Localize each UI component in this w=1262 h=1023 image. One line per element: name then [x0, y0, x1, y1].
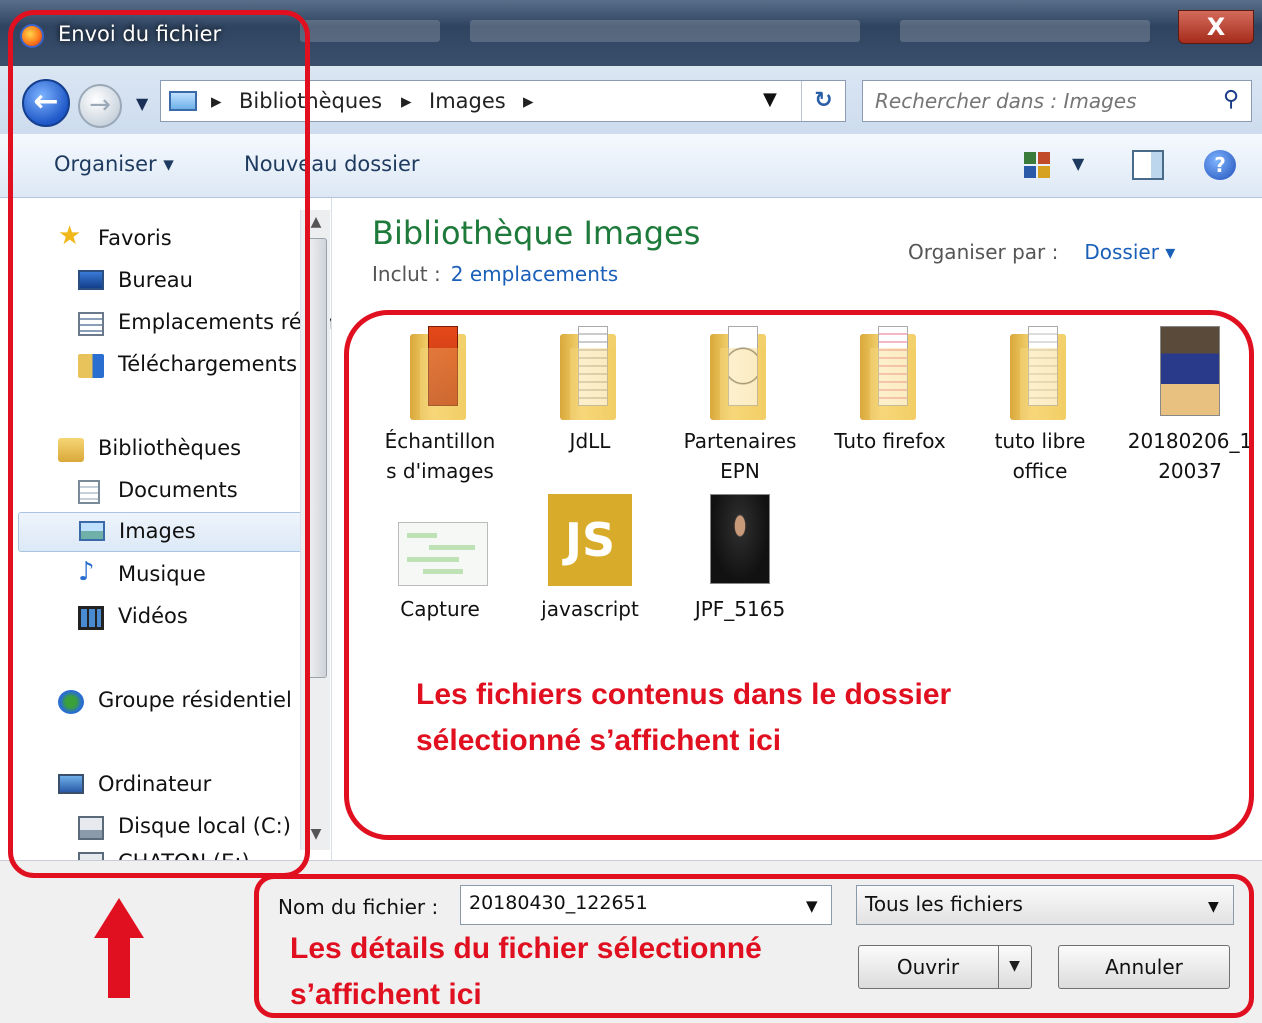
up-arrow-shaft — [108, 936, 130, 998]
includes-label: Inclut : — [372, 262, 441, 286]
chevron-down-icon[interactable]: ▼ — [1072, 154, 1084, 173]
help-icon[interactable]: ? — [1204, 150, 1236, 180]
arrange-label: Organiser par : — [908, 240, 1059, 264]
arrange-by: Organiser par : Dossier ▾ — [908, 240, 1175, 264]
blurred-tab — [300, 20, 440, 42]
breadcrumb-separator: ▸ — [401, 89, 412, 113]
annotation-details-text: Les détails du fichier sélectionné s’affi… — [290, 932, 762, 1011]
annotation-sidebar-outline — [8, 10, 310, 878]
chevron-down-icon[interactable]: ▼ — [763, 89, 777, 110]
arrange-dropdown[interactable]: Dossier ▾ — [1084, 240, 1175, 264]
blurred-tab — [900, 20, 1150, 42]
search-input[interactable] — [875, 87, 1205, 115]
preview-pane-icon[interactable] — [1132, 150, 1164, 180]
library-includes: Inclut : 2 emplacements — [372, 262, 618, 286]
annotation-content-text: Les fichiers contenus dans le dossier sél… — [416, 678, 952, 757]
up-arrow-icon — [94, 898, 144, 938]
blurred-tab — [470, 20, 860, 42]
includes-link[interactable]: 2 emplacements — [451, 262, 618, 286]
breadcrumb-images[interactable]: Images — [429, 89, 506, 113]
search-box[interactable]: ⚲ — [862, 80, 1252, 122]
views-icon[interactable] — [1022, 150, 1052, 180]
search-icon[interactable]: ⚲ — [1223, 87, 1239, 112]
refresh-button[interactable]: ↻ — [801, 81, 845, 121]
library-title: Bibliothèque Images — [372, 214, 701, 252]
breadcrumb-separator: ▸ — [523, 89, 534, 113]
refresh-icon: ↻ — [814, 88, 833, 113]
close-button[interactable]: X — [1178, 10, 1254, 44]
